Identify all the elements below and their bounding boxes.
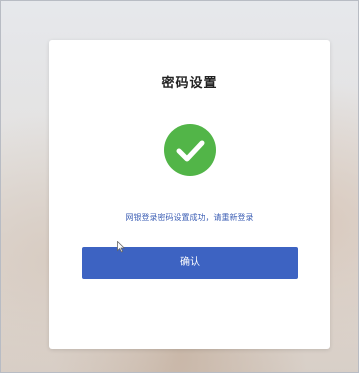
check-circle-icon [164, 124, 216, 176]
confirm-button[interactable]: 确认 [82, 247, 298, 279]
mouse-pointer-icon [117, 238, 126, 257]
success-message: 网银登录密码设置成功，请重新登录 [125, 213, 254, 222]
password-setup-dialog: 密码设置 网银登录密码设置成功，请重新登录 确认 [49, 40, 330, 349]
dialog-title: 密码设置 [161, 76, 218, 91]
